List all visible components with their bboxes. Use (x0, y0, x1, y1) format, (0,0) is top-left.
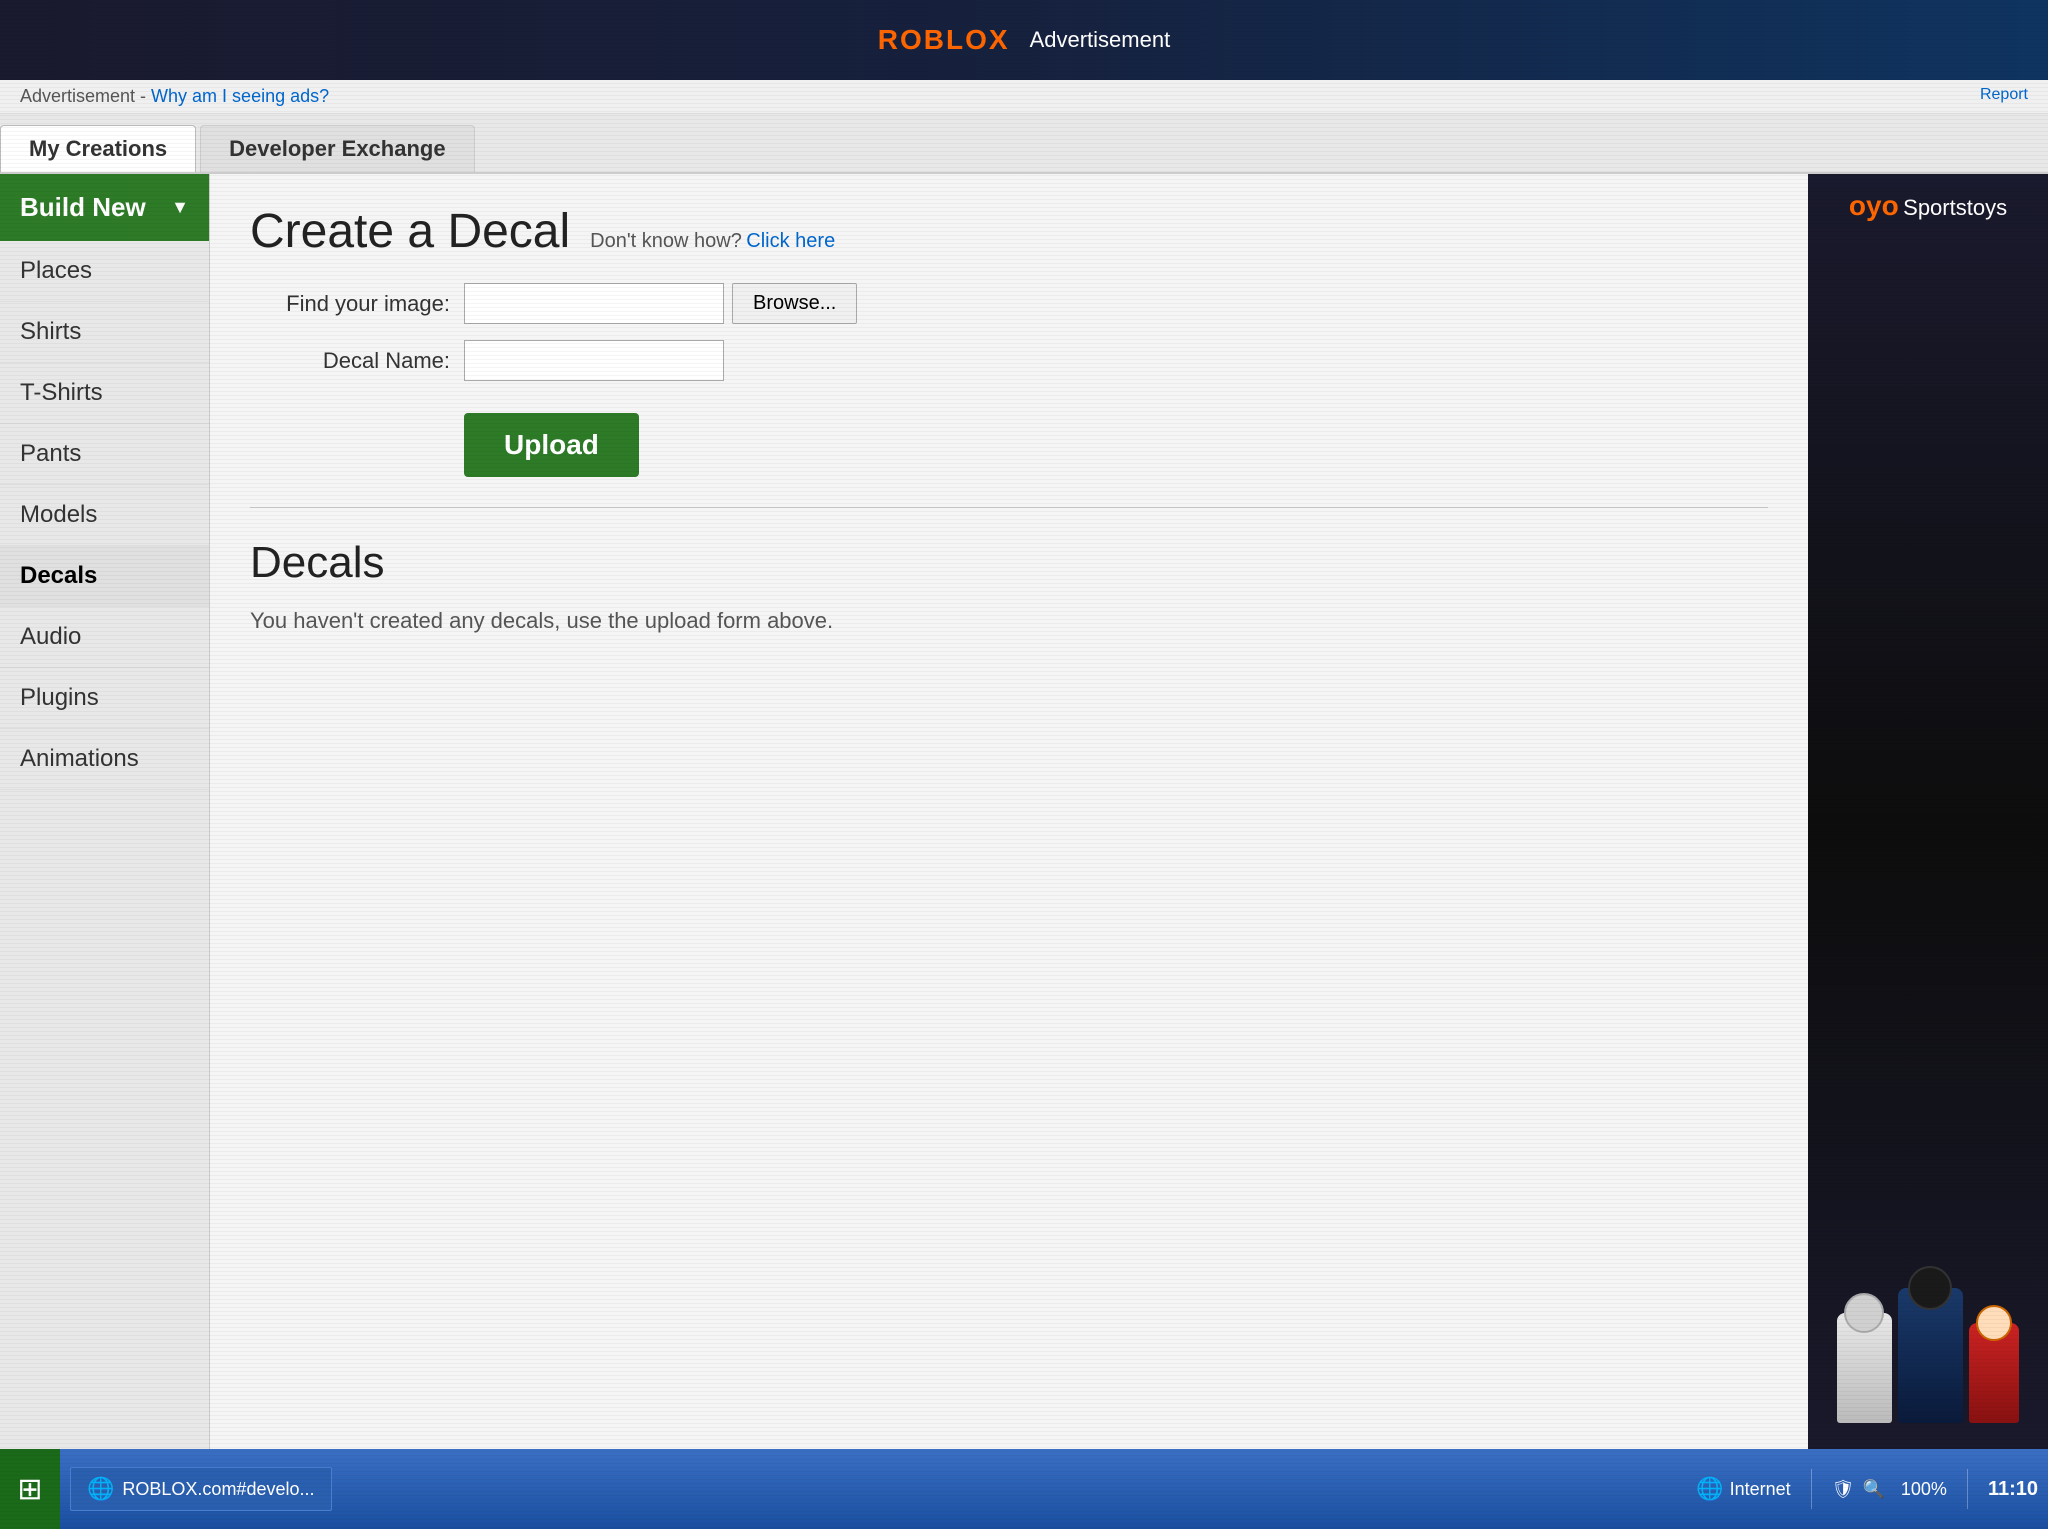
sidebar-item-places[interactable]: Places (0, 241, 209, 302)
image-file-input[interactable] (464, 283, 724, 324)
taskbar-sep1 (1811, 1469, 1812, 1509)
tab-my-creations[interactable]: My Creations (0, 125, 196, 172)
browser-url: ROBLOX.com#develo... (122, 1479, 314, 1500)
ad-logo: oyo Sportstoys (1839, 174, 2017, 228)
sidebar: Build New ▼ Places Shirts T-Shirts Pants… (0, 174, 210, 1493)
start-icon: ⊞ (17, 1472, 42, 1507)
zoom-icon: 🔍 (1862, 1479, 1884, 1500)
sidebar-item-animations[interactable]: Animations (0, 729, 209, 790)
sidebar-item-decals[interactable]: Decals (0, 546, 209, 607)
taskbar-start[interactable]: ⊞ (0, 1449, 60, 1529)
report-link[interactable]: Report (1980, 86, 2028, 104)
ad-brand-oya: oyo (1849, 190, 1899, 221)
find-image-label: Find your image: (250, 291, 450, 317)
create-decal-section: Create a Decal Don't know how? Click her… (250, 204, 1768, 477)
taskbar: ⊞ 🌐 ROBLOX.com#develo... 🌐 Internet 🛡 🔍 … (0, 1449, 2048, 1529)
taskbar-icons: 🛡 🔍 (1832, 1479, 1885, 1500)
right-ad-panel: oyo Sportstoys Online (1808, 174, 2048, 1493)
taskbar-browser-button[interactable]: 🌐 ROBLOX.com#develo... (70, 1467, 332, 1511)
ad-banner: ROBLOX Advertisement (0, 0, 2048, 80)
taskbar-zoom: 100% (1901, 1479, 1947, 1500)
browse-button[interactable]: Browse... (732, 283, 857, 324)
content-area: Create a Decal Don't know how? Click her… (210, 174, 1808, 1493)
ad-banner-text: Advertisement (1030, 27, 1171, 53)
figure-red (1969, 1323, 2019, 1423)
sidebar-item-pants[interactable]: Pants (0, 424, 209, 485)
taskbar-right: 🌐 Internet 🛡 🔍 100% 11:10 (1696, 1469, 2048, 1509)
empty-decals-message: You haven't created any decals, use the … (250, 608, 1768, 634)
ad-notice-text: Advertisement - (20, 86, 151, 106)
ad-banner-content: ROBLOX (878, 24, 1010, 56)
ie-icon: 🌐 (87, 1476, 114, 1502)
decal-name-input[interactable] (464, 340, 724, 381)
decal-name-label: Decal Name: (250, 348, 450, 374)
nav-tabs: My Creations Developer Exchange (0, 114, 2048, 174)
build-new-button[interactable]: Build New ▼ (0, 174, 209, 241)
main-layout: Build New ▼ Places Shirts T-Shirts Pants… (0, 174, 2048, 1493)
decals-section: Decals You haven't created any decals, u… (250, 538, 1768, 634)
find-image-row: Find your image: Browse... (250, 283, 1768, 324)
internet-label: Internet (1730, 1479, 1791, 1500)
taskbar-time: 11:10 (1988, 1478, 2038, 1501)
ad-notice-bar: Advertisement - Why am I seeing ads? Rep… (0, 80, 2048, 114)
ad-brand-sportstoys: Sportstoys (1903, 195, 2007, 220)
tab-developer-exchange[interactable]: Developer Exchange (200, 125, 474, 172)
ad-figures: Online (1808, 228, 2048, 1493)
sidebar-item-tshirts[interactable]: T-Shirts (0, 363, 209, 424)
shield-icon: 🛡 (1832, 1479, 1855, 1500)
upload-button[interactable]: Upload (464, 413, 639, 477)
build-new-arrow: ▼ (171, 197, 189, 218)
figure-blue (1898, 1288, 1963, 1423)
decal-name-row: Decal Name: (250, 340, 1768, 381)
taskbar-sep2 (1967, 1469, 1968, 1509)
sidebar-item-shirts[interactable]: Shirts (0, 302, 209, 363)
decals-title: Decals (250, 538, 1768, 588)
section-divider (250, 507, 1768, 508)
upload-btn-row: Upload (250, 397, 1768, 477)
click-here-link[interactable]: Click here (746, 230, 835, 253)
taskbar-internet: 🌐 Internet (1696, 1476, 1790, 1502)
figure-white (1837, 1313, 1892, 1423)
sidebar-item-audio[interactable]: Audio (0, 607, 209, 668)
create-decal-title-row: Create a Decal Don't know how? Click her… (250, 204, 1768, 259)
build-new-label: Build New (20, 192, 146, 223)
why-ads-link[interactable]: Why am I seeing ads? (151, 86, 329, 106)
dont-know-text: Don't know how? (590, 230, 742, 253)
globe-icon: 🌐 (1696, 1476, 1723, 1502)
sidebar-item-models[interactable]: Models (0, 485, 209, 546)
create-decal-title: Create a Decal (250, 204, 570, 259)
sidebar-item-plugins[interactable]: Plugins (0, 668, 209, 729)
sidebar-nav: Places Shirts T-Shirts Pants Models Deca… (0, 241, 209, 790)
